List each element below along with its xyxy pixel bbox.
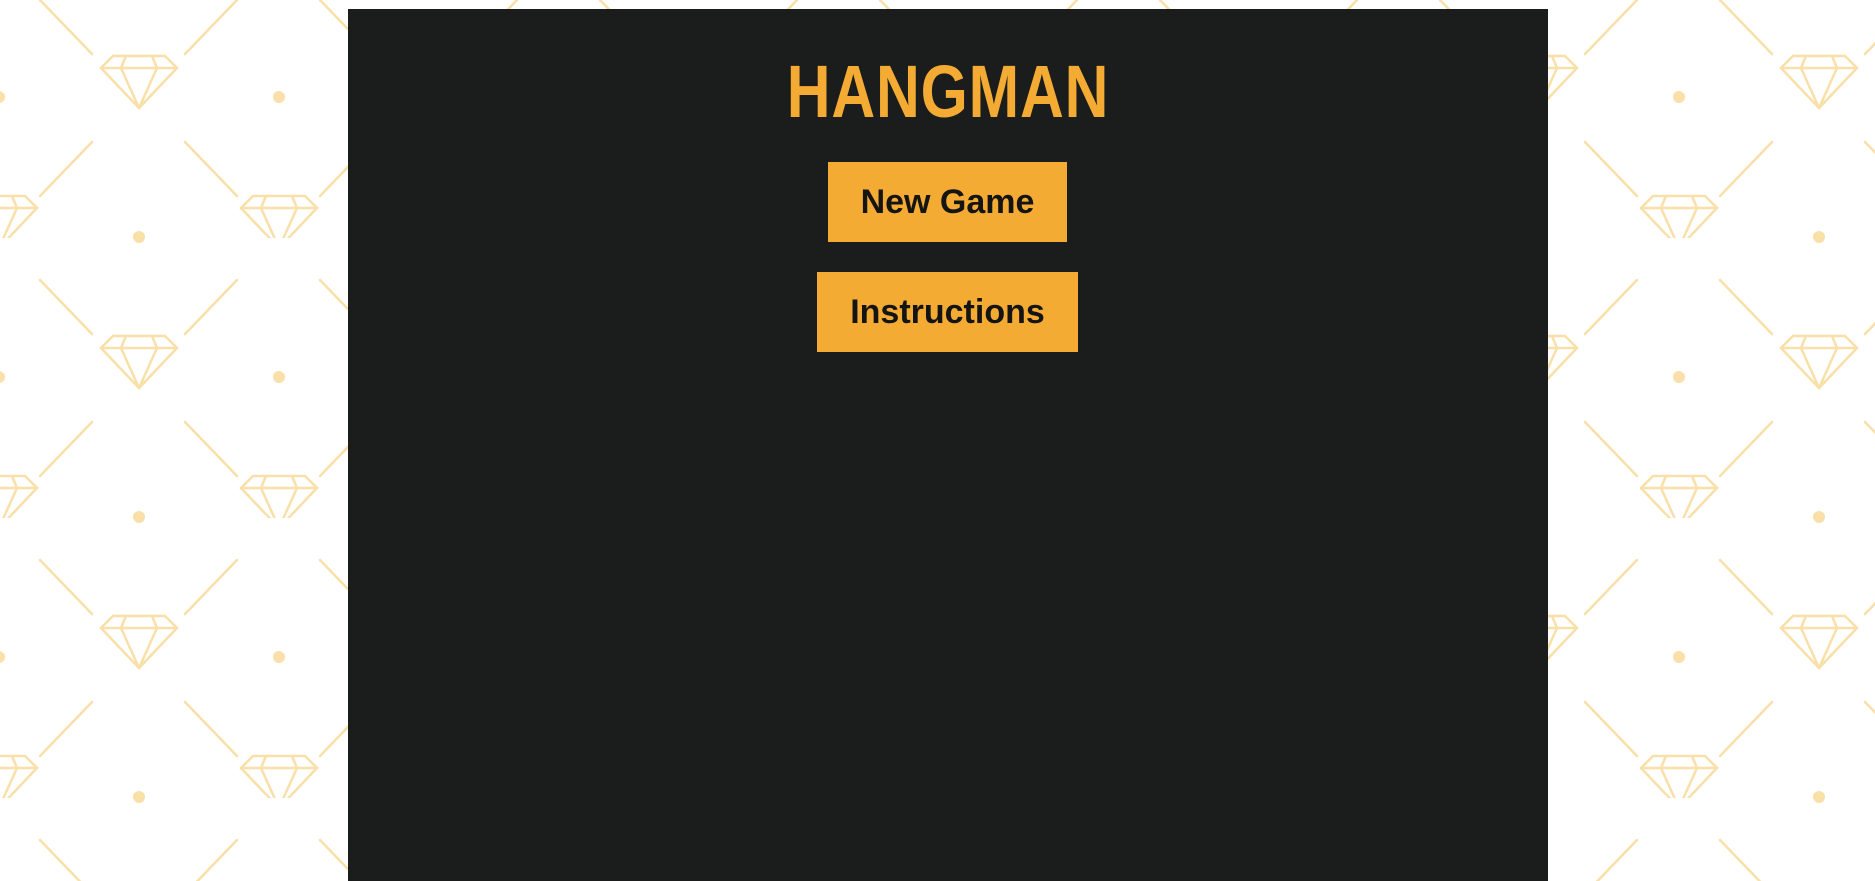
game-title: HANGMAN bbox=[786, 50, 1110, 133]
new-game-button[interactable]: New Game bbox=[828, 162, 1067, 242]
game-panel: HANGMAN New Game Instructions bbox=[348, 9, 1548, 881]
instructions-button[interactable]: Instructions bbox=[817, 272, 1078, 352]
